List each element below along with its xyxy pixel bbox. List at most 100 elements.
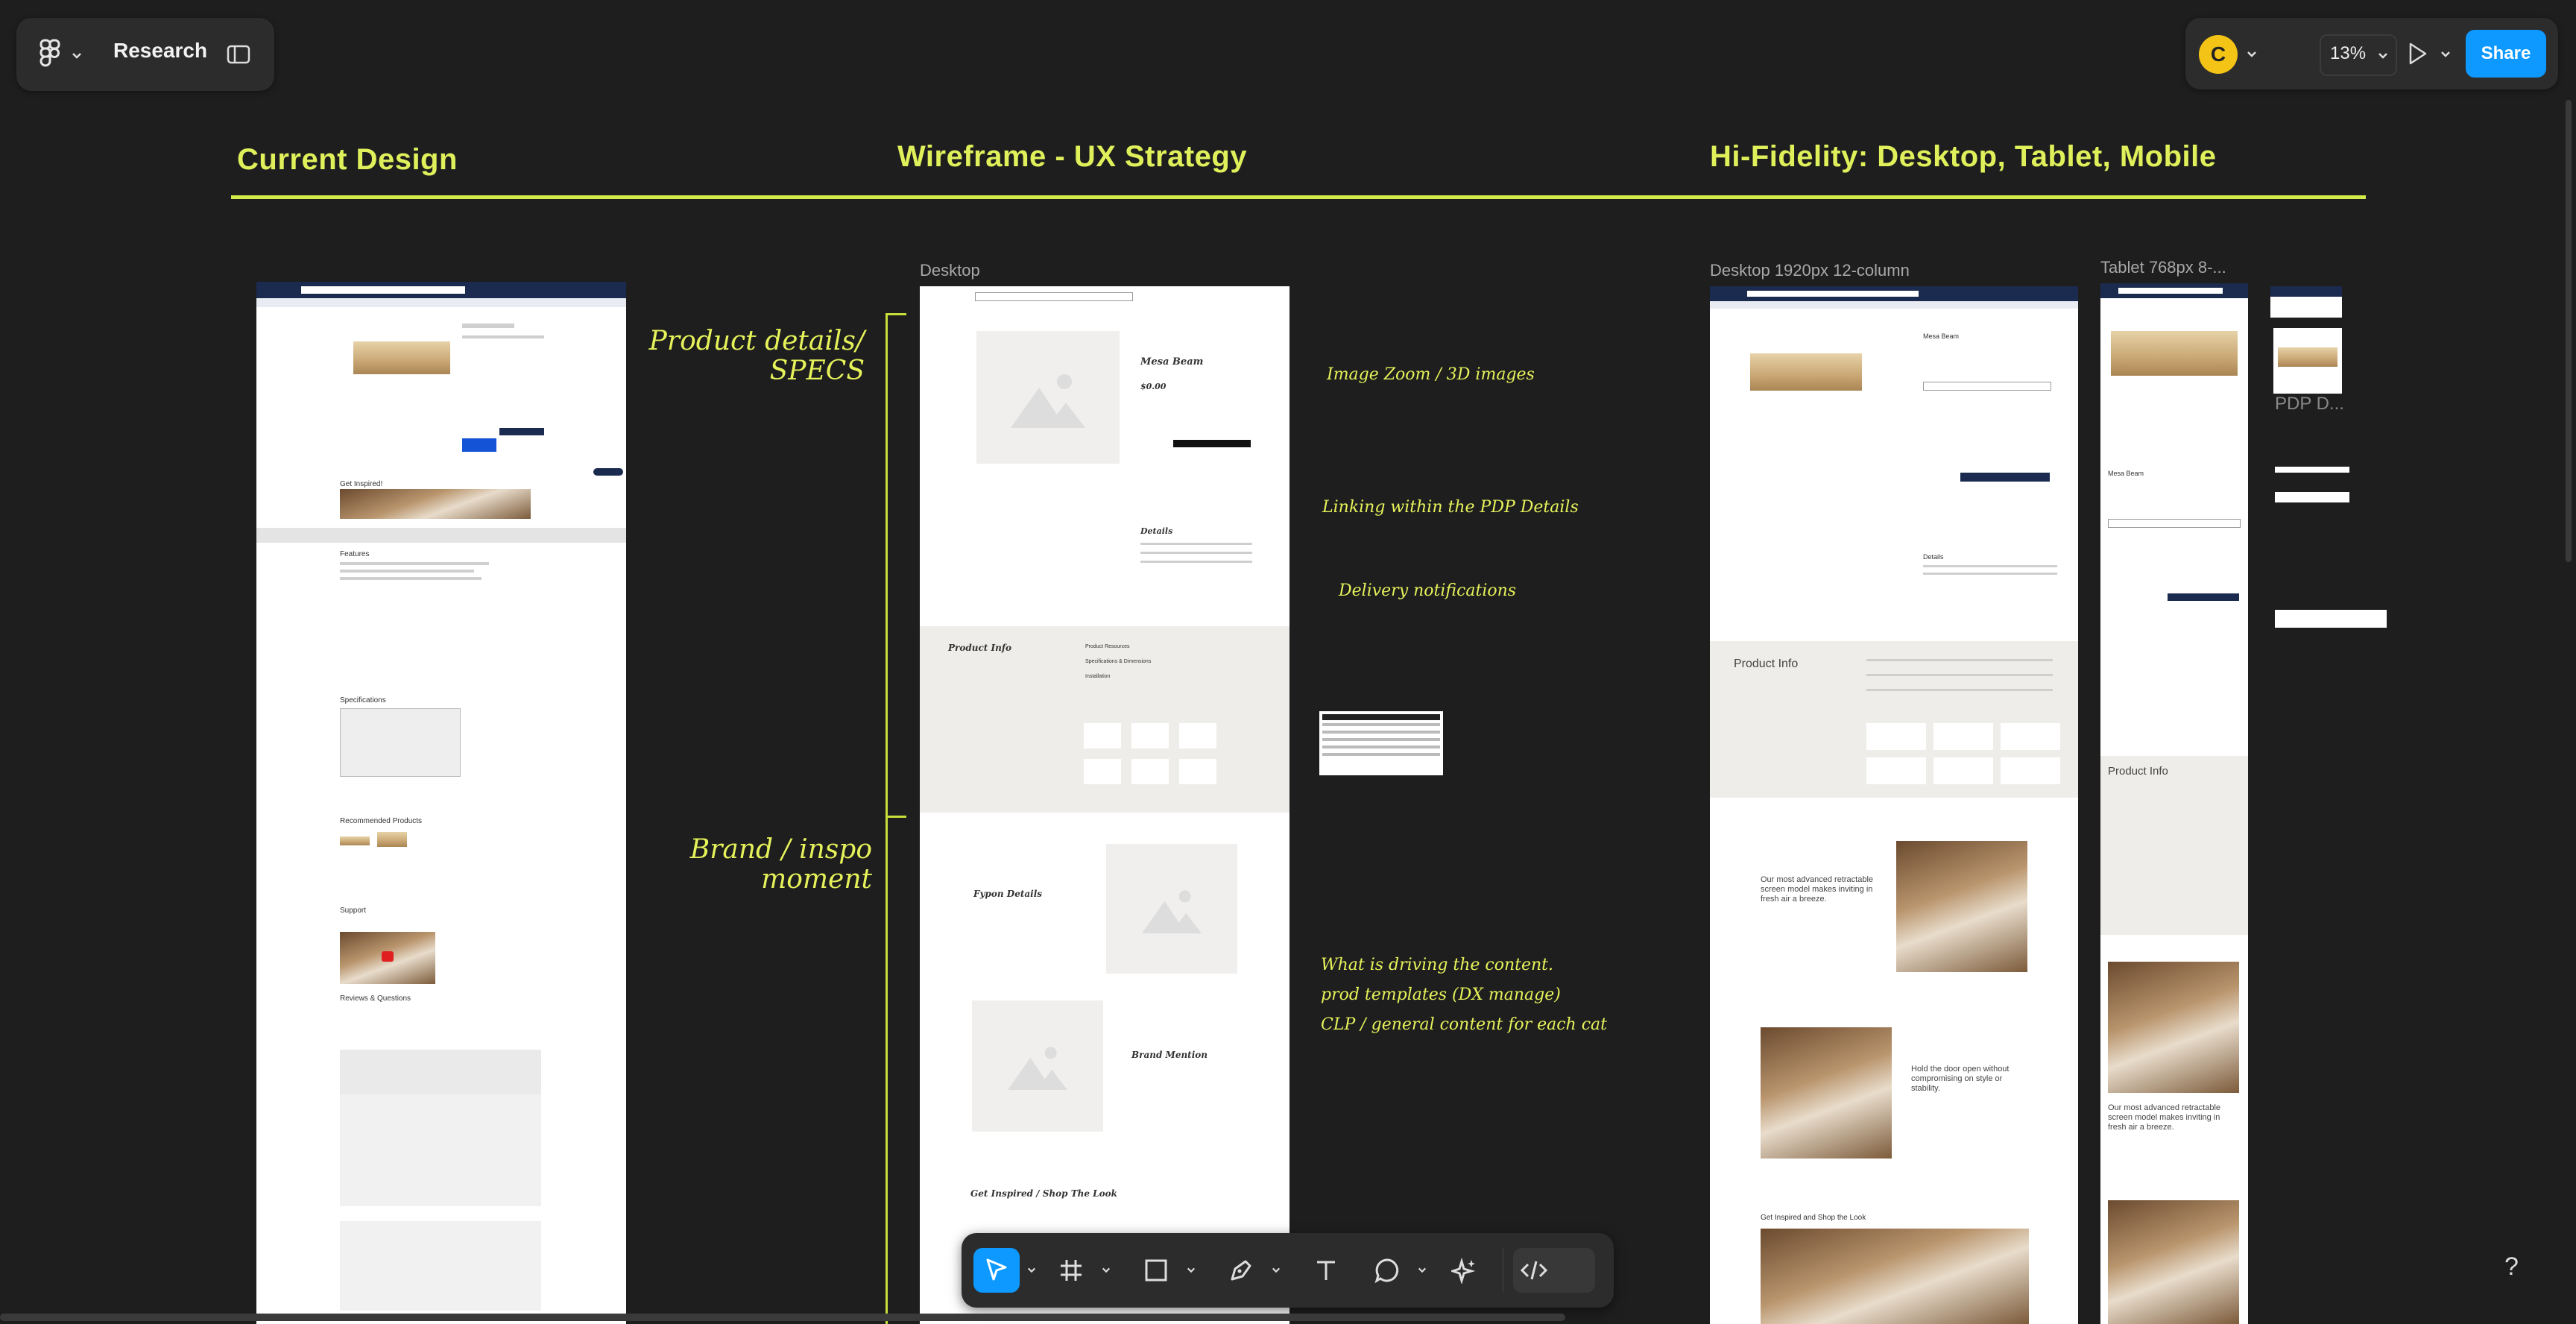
kitchen-photo: [1761, 1027, 1892, 1158]
actions-tool[interactable]: [1442, 1248, 1488, 1293]
wf-product-info: Product Info: [948, 643, 1011, 653]
chevron-down-icon[interactable]: [1187, 1266, 1196, 1275]
image-placeholder: [976, 331, 1120, 464]
code-icon: [1520, 1261, 1548, 1280]
add-to-cart-button[interactable]: [2168, 593, 2239, 601]
annotation-clp: CLP / general content for each cat: [1321, 1015, 1607, 1034]
accordion-item[interactable]: Specifications & Dimensions: [1085, 659, 1151, 664]
image-placeholder: [972, 1000, 1103, 1132]
avatar[interactable]: C: [2199, 35, 2238, 74]
comment-tool[interactable]: [1364, 1248, 1410, 1293]
annotation-templates: prod templates (DX manage): [1321, 986, 1561, 1004]
rectangle-icon: [1145, 1259, 1167, 1282]
frame-tool[interactable]: [1048, 1248, 1094, 1293]
frame-icon: [1061, 1260, 1082, 1281]
chevron-down-icon: [72, 53, 81, 59]
frame-label-pdp[interactable]: PDP D...: [2275, 394, 2344, 414]
mobile-bar: [2275, 610, 2387, 628]
wf-details: Details: [1140, 526, 1173, 536]
hifi-tablet-frame[interactable]: Mesa Beam Product Info Our most advanced…: [2100, 283, 2248, 1324]
bracket-tick: [886, 313, 906, 315]
annotation-linking: Linking within the PDP Details: [1322, 498, 1579, 517]
wf-fypon-details: Fypon Details: [973, 889, 1043, 899]
frame-label-desktop-1920[interactable]: Desktop 1920px 12-column: [1710, 261, 1910, 280]
chevron-down-icon[interactable]: [1102, 1266, 1111, 1275]
wireframe-desktop-frame[interactable]: Mesa Beam $0.00 Details Product Info Pro…: [920, 286, 1289, 1324]
hifi-product-info-band: Product Info: [1710, 641, 2078, 798]
add-to-cart-button[interactable]: [1960, 473, 2050, 482]
current-design-frame[interactable]: Get Inspired! Features Specifications Re…: [256, 282, 626, 1324]
section-title-wireframe: Wireframe - UX Strategy: [897, 140, 1248, 173]
bracket-tick: [886, 816, 906, 818]
image-placeholder: [1106, 844, 1237, 974]
accordion-item[interactable]: Product Resources: [1085, 644, 1130, 649]
wf-brand-mention: Brand Mention: [1131, 1050, 1208, 1060]
file-name[interactable]: Research: [113, 39, 207, 63]
specs-table: [340, 708, 461, 777]
chevron-down-icon[interactable]: [2247, 51, 2257, 58]
sidebar-toggle-icon[interactable]: [227, 45, 250, 64]
add-to-cart-button[interactable]: [462, 438, 496, 452]
chevron-down-icon: [2378, 53, 2387, 59]
comment-icon: [1374, 1258, 1399, 1284]
tablet-product-info: Product Info: [2108, 765, 2168, 778]
text-tool[interactable]: [1303, 1248, 1349, 1293]
dev-mode-toggle[interactable]: [1513, 1248, 1595, 1293]
spec-table-thumbnail[interactable]: [1319, 711, 1443, 775]
tablet-product-name: Mesa Beam: [2108, 470, 2144, 477]
horizontal-scrollbar[interactable]: [0, 1314, 1565, 1321]
share-button[interactable]: Share: [2466, 30, 2546, 78]
image-icon: [1142, 890, 1202, 933]
figma-menu-button[interactable]: [39, 37, 98, 72]
pen-tool[interactable]: [1218, 1248, 1264, 1293]
inspiration-gallery: [1761, 1229, 2029, 1324]
section-title-hifi: Hi-Fidelity: Desktop, Tablet, Mobile: [1710, 140, 2217, 173]
hifi-desktop-frame[interactable]: Mesa Beam Details Product Info Our most …: [1710, 286, 2078, 1324]
image-icon: [1011, 374, 1085, 428]
wf-add-to-cart[interactable]: [1173, 440, 1251, 447]
section-title-current: Current Design: [237, 143, 458, 176]
hifi-hold-open-text: Hold the door open without compromising …: [1911, 1065, 2010, 1093]
accordion-item[interactable]: Installation: [1085, 674, 1110, 679]
site-header: [2270, 286, 2342, 297]
present-play-icon[interactable]: [2408, 42, 2428, 66]
hifi-product-name: Mesa Beam: [1923, 332, 1960, 340]
sparkle-icon: [1451, 1257, 1476, 1284]
tablet-product-info-band: Product Info: [2100, 756, 2248, 935]
hifi-get-inspired: Get Inspired and Shop the Look: [1761, 1214, 1866, 1222]
zoom-dropdown[interactable]: 13%: [2320, 34, 2397, 76]
annotation-driving: What is driving the content.: [1321, 956, 1554, 974]
hifi-mobile-frame[interactable]: [2270, 286, 2342, 318]
move-tool[interactable]: [973, 1248, 1020, 1293]
hallway-photo: [2108, 962, 2239, 1093]
play-icon[interactable]: [382, 951, 394, 962]
chevron-down-icon[interactable]: [2440, 51, 2451, 58]
mobile-product-image: [2273, 328, 2342, 394]
mobile-bar: [2275, 492, 2349, 502]
pen-icon: [1231, 1260, 1251, 1281]
get-inspired-heading: Get Inspired!: [340, 480, 383, 488]
help-button[interactable]: ?: [2504, 1252, 2519, 1282]
vertical-scrollbar[interactable]: [2566, 100, 2572, 562]
file-menu-bar: Research: [16, 18, 274, 91]
support-heading: Support: [340, 907, 367, 915]
chevron-down-icon[interactable]: [1272, 1266, 1281, 1275]
tablet-retractable-text: Our most advanced retractable screen mod…: [2108, 1103, 2221, 1132]
zoom-level: 13%: [2330, 43, 2367, 63]
hifi-product-info: Product Info: [1734, 658, 1799, 670]
frame-label-desktop[interactable]: Desktop: [920, 261, 980, 280]
chevron-down-icon[interactable]: [1027, 1266, 1036, 1275]
annotation-image-zoom: Image Zoom / 3D images: [1327, 365, 1535, 384]
annotation-delivery: Delivery notifications: [1339, 581, 1517, 600]
section-divider-line: [231, 195, 2366, 199]
top-right-controls: C 13% Share: [2185, 18, 2558, 89]
figma-logo-icon: [40, 39, 60, 67]
chat-button[interactable]: [593, 468, 623, 476]
frame-label-tablet[interactable]: Tablet 768px 8-...: [2100, 258, 2226, 277]
features-heading: Features: [340, 550, 370, 558]
chevron-down-icon[interactable]: [1418, 1266, 1427, 1275]
shape-tool[interactable]: [1133, 1248, 1179, 1293]
wf-get-inspired: Get Inspired / Shop The Look: [970, 1188, 1117, 1199]
annotation-product-details: Product details/ SPECS: [648, 326, 865, 386]
product-image: [353, 341, 450, 374]
